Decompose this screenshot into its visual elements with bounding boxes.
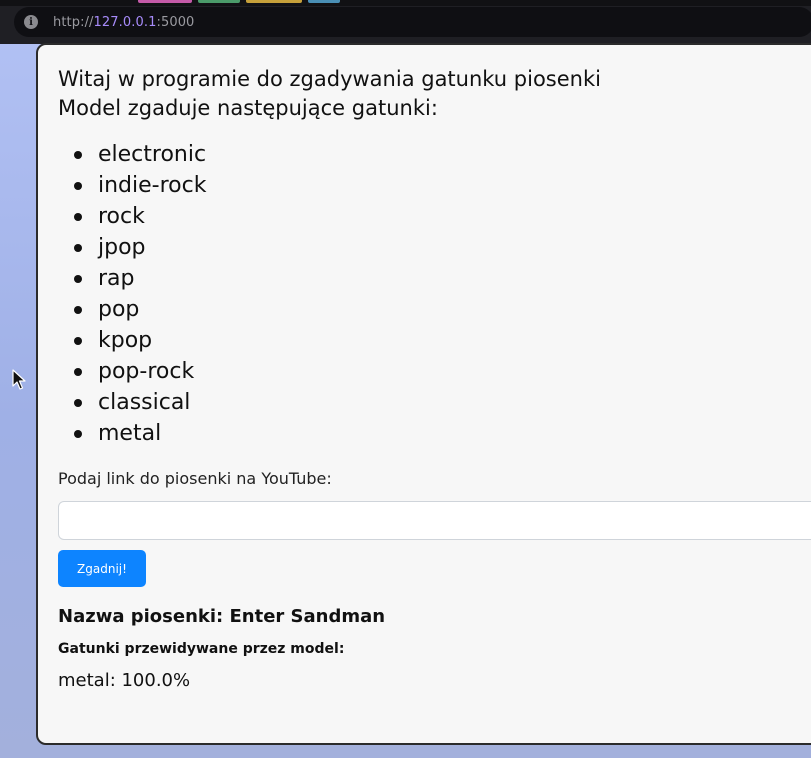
genre-item: indie-rock — [74, 170, 811, 201]
genre-item: kpop — [74, 325, 811, 356]
song-title: Nazwa piosenki: Enter Sandman — [58, 606, 386, 627]
genre-item: electronic — [74, 139, 811, 170]
tab-strip — [0, 0, 811, 6]
genre-item: pop — [74, 294, 811, 325]
genre-item: jpop — [74, 232, 811, 263]
genre-item: classical — [74, 387, 811, 418]
tab[interactable] — [138, 0, 192, 3]
predictions-heading: Gatunki przewidywane przez model: — [58, 641, 345, 657]
genre-item: metal — [74, 418, 811, 449]
genre-item: rap — [74, 263, 811, 294]
intro-line-welcome: Witaj w programie do zgadywania gatunku … — [58, 67, 601, 91]
info-icon[interactable]: i — [24, 15, 38, 29]
genre-list: electronic indie-rock rock jpop rap pop … — [74, 139, 811, 449]
intro-line-genres: Model zgaduje następujące gatunki: — [58, 96, 438, 120]
tab[interactable] — [198, 0, 240, 3]
youtube-link-input[interactable] — [58, 501, 811, 540]
url-port: :5000 — [156, 14, 195, 30]
intro-text: Witaj w programie do zgadywania gatunku … — [58, 65, 811, 123]
youtube-link-label: Podaj link do piosenki na YouTube: — [58, 469, 332, 488]
mouse-cursor-icon — [12, 369, 26, 390]
tab[interactable] — [246, 0, 302, 3]
main-card: Witaj w programie do zgadywania gatunku … — [36, 43, 811, 745]
genre-item: rock — [74, 201, 811, 232]
url-text[interactable]: http://127.0.0.1:5000 — [53, 15, 194, 30]
url-host: 127.0.0.1 — [93, 14, 157, 30]
browser-chrome: i http://127.0.0.1:5000 — [0, 0, 811, 44]
genre-item: pop-rock — [74, 356, 811, 387]
tab[interactable] — [308, 0, 340, 3]
guess-button[interactable]: Zgadnij! — [58, 550, 146, 587]
prediction-result: metal: 100.0% — [58, 670, 191, 691]
address-bar[interactable]: i http://127.0.0.1:5000 — [14, 7, 811, 37]
url-scheme: http:// — [53, 14, 94, 30]
